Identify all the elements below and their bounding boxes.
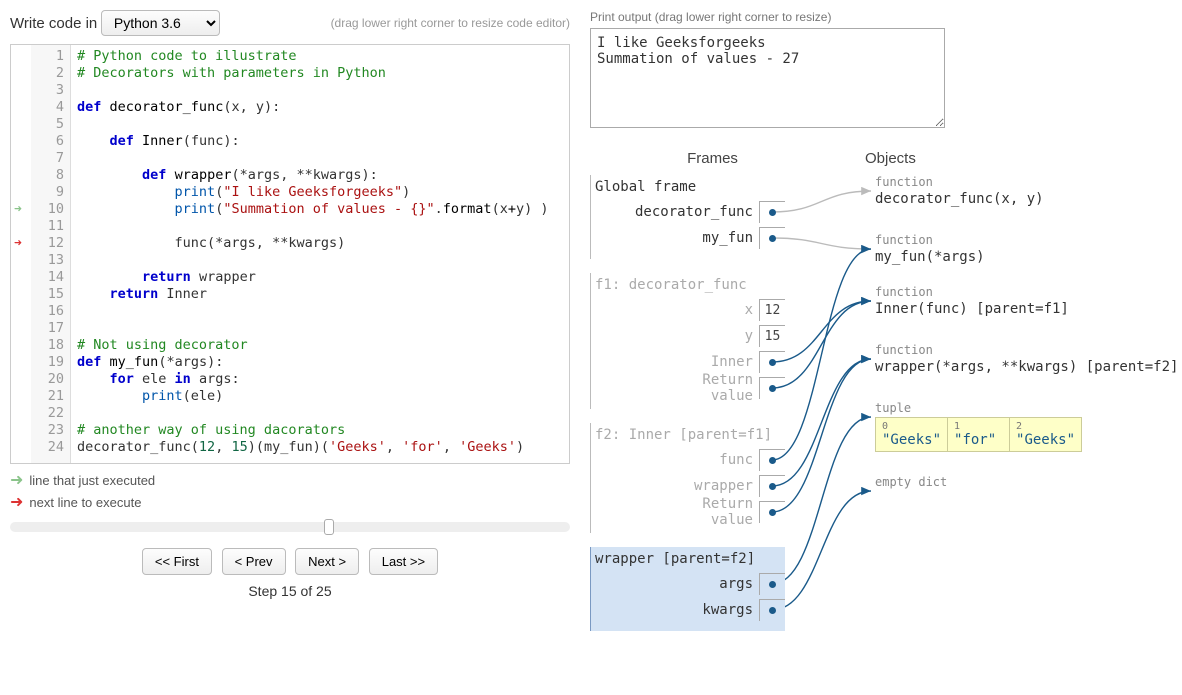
heap-object: functionInner(func) [parent=f1] bbox=[875, 285, 1069, 317]
step-slider[interactable] bbox=[10, 522, 570, 532]
heap-object: functiondecorator_func(x, y) bbox=[875, 175, 1044, 207]
legend-executed: ➜ line that just executed bbox=[10, 470, 570, 490]
heap-object: empty dict bbox=[875, 475, 947, 491]
heap-object: functionwrapper(*args, **kwargs) [parent… bbox=[875, 343, 1178, 375]
slider-thumb[interactable] bbox=[324, 519, 334, 535]
frame-var: Return value bbox=[595, 499, 785, 525]
frame-var: x12 bbox=[595, 297, 785, 323]
frame: f2: Inner [parent=f1]funcwrapperReturn v… bbox=[590, 423, 785, 533]
legend-next: ➜ next line to execute bbox=[10, 492, 570, 512]
frame-var: my_fun bbox=[595, 225, 785, 251]
frame-var: decorator_func bbox=[595, 199, 785, 225]
write-code-label: Write code in bbox=[10, 15, 97, 32]
last-button[interactable]: Last >> bbox=[369, 548, 438, 575]
frame-var: args bbox=[595, 571, 785, 597]
output-label: Print output (drag lower right corner to… bbox=[590, 10, 1172, 24]
executed-arrow-icon: ➜ bbox=[10, 470, 23, 490]
objects-header: Objects bbox=[835, 150, 1172, 167]
frame: f1: decorator_funcx12y15InnerReturn valu… bbox=[590, 273, 785, 409]
frames-header: Frames bbox=[590, 150, 835, 167]
language-select[interactable]: Python 3.6 bbox=[101, 10, 220, 36]
output-box[interactable]: I like Geeksforgeeks Summation of values… bbox=[590, 28, 945, 128]
first-button[interactable]: << First bbox=[142, 548, 212, 575]
code-editor[interactable]: ➜➜ 1234567891011121314151617181920212223… bbox=[10, 44, 570, 464]
frame-var: func bbox=[595, 447, 785, 473]
prev-button[interactable]: < Prev bbox=[222, 548, 286, 575]
frame-var: Return value bbox=[595, 375, 785, 401]
next-arrow-icon: ➜ bbox=[10, 492, 23, 512]
frame: Global framedecorator_funcmy_fun bbox=[590, 175, 785, 259]
next-button[interactable]: Next > bbox=[295, 548, 359, 575]
frame-var: y15 bbox=[595, 323, 785, 349]
editor-resize-hint: (drag lower right corner to resize code … bbox=[331, 16, 570, 30]
step-counter: Step 15 of 25 bbox=[10, 583, 570, 599]
frame: wrapper [parent=f2]argskwargs bbox=[590, 547, 785, 631]
frame-var: kwargs bbox=[595, 597, 785, 623]
heap-object: tuple0"Geeks"1"for"2"Geeks" bbox=[875, 401, 1082, 452]
heap-object: functionmy_fun(*args) bbox=[875, 233, 985, 265]
